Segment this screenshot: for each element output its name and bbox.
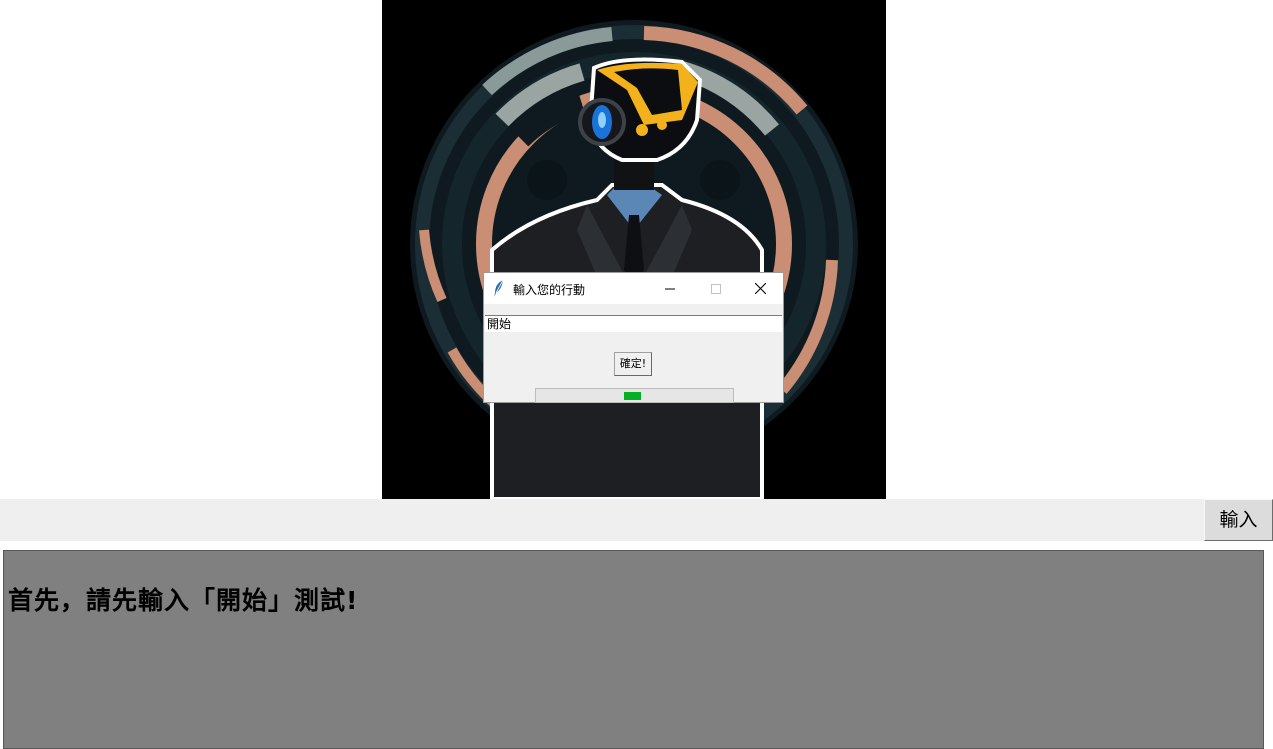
maximize-button — [693, 273, 739, 304]
dialog-title: 輸入您的行動 — [513, 283, 586, 297]
action-entry-field[interactable]: 開始 — [485, 315, 782, 332]
action-input-dialog: 輸入您的行動 開始 確定! — [483, 272, 784, 403]
feather-icon — [493, 279, 505, 301]
progress-bar — [535, 388, 734, 403]
maximize-icon — [711, 283, 721, 294]
confirm-button[interactable]: 確定! — [614, 352, 652, 376]
robot-agent-illustration — [382, 0, 886, 499]
minimize-button[interactable] — [647, 273, 693, 304]
input-strip — [0, 499, 1273, 541]
instruction-message: 首先，請先輸入「開始」測試! — [8, 586, 359, 615]
dialog-titlebar[interactable]: 輸入您的行動 — [484, 273, 783, 304]
close-icon — [754, 283, 766, 294]
progress-indicator — [624, 392, 641, 400]
close-button[interactable] — [737, 273, 783, 304]
input-button[interactable]: 輸入 — [1204, 499, 1273, 541]
minimize-icon — [665, 288, 675, 289]
message-panel: 首先，請先輸入「開始」測試! — [3, 550, 1264, 749]
